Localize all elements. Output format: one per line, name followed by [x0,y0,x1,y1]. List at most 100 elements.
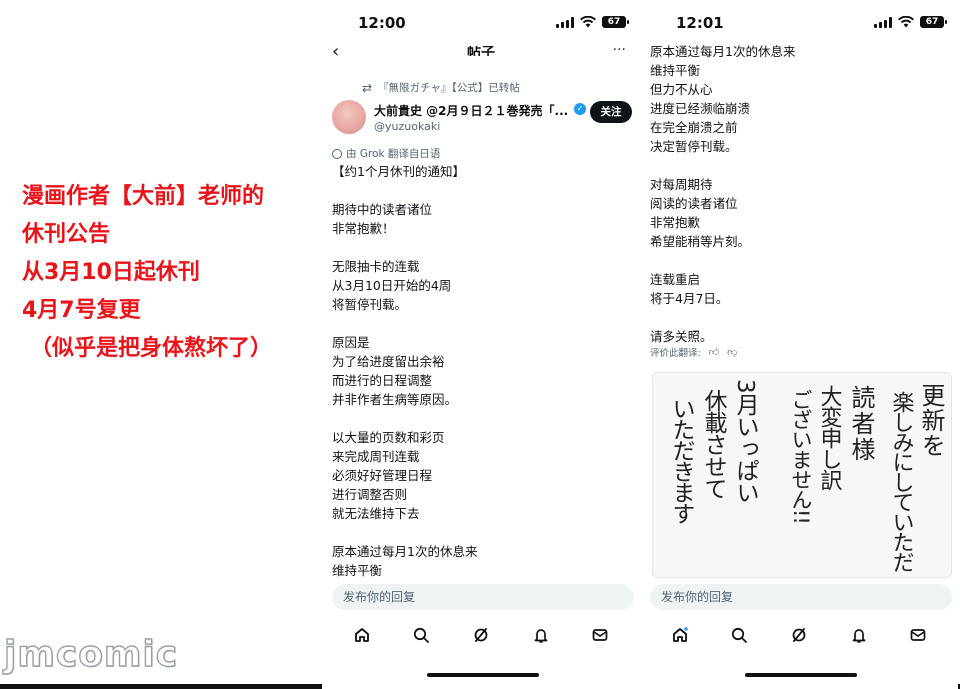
caption-block: 漫画作者【大前】老师的 休刊公告 从3月10日起休刊 4月7号复更 （似乎是把身… [22,178,322,368]
post-line: 非常抱歉 [650,215,701,230]
post-line: 将于4月7日。 [650,291,729,306]
post-line: 为了给进度留出余裕 [332,354,445,369]
cellular-signal-icon [874,16,892,28]
post-paragraph: 期待中的读者诸位 非常抱歉！ [332,200,632,238]
status-icons: 67 [556,16,629,28]
reply-input[interactable]: 发布你的回复 [650,584,952,610]
home-indicator [427,673,539,677]
thumbs-down-icon[interactable]: 👎︎ [727,346,737,358]
post-paragraph: 无限抽卡的连载 从3月10日开始的4周 将暂停刊载。 [332,257,632,314]
post-paragraph: 以大量的页数和彩页 来完成周刊连载 必须好好管理日程 进行调整否则 就无法维持下… [332,428,632,523]
post-paragraph: 原本通过每月1次的休息来 维持平衡 但力不从心 进度已经濒临崩溃 在完全崩溃之前… [650,42,950,156]
status-bar: 12:01 67 [640,0,958,44]
nav-header: ‹ 帖子 ··· [322,42,640,64]
post-line: 而进行的日程调整 [332,373,433,388]
bottom-tab-bar [640,624,958,652]
caption-line: （似乎是把身体熬坏了） [30,336,273,361]
grok-icon[interactable] [470,624,492,646]
handwritten-note-image[interactable]: 更新を 楽しみにしていただ 読者様 大変申し訳 ございません!! 3月いっぱい … [652,372,952,578]
repost-text: 『無限ガチャ』【公式】已转帖 [378,82,520,94]
author-name[interactable]: 大前貴史 @2月９日２１巻発売「... [374,102,574,119]
grok-icon[interactable] [788,624,810,646]
avatar[interactable] [332,100,366,134]
reply-input[interactable]: 发布你的回复 [332,584,634,610]
messages-icon[interactable] [589,624,611,646]
post-line: 进行调整否则 [332,487,408,502]
post-line: 原本通过每月1次的休息来 [332,544,478,559]
post-line: 决定暂停刊载。 [650,139,738,154]
post-body: 【约1个月休刊的通知】 期待中的读者诸位 非常抱歉！ 无限抽卡的连载 从3月10… [332,162,632,599]
repost-indicator: ⇄ 『無限ガチャ』【公式】已转帖 [362,80,520,95]
post-line: 连载重启 [650,272,701,287]
repost-icon: ⇄ [362,80,373,95]
post-line: 期待中的读者诸位 [332,202,433,217]
note-column: 更新を [917,383,945,458]
translation-note-text: 由 Grok 翻译自日语 [346,148,441,160]
post-paragraph: 连载重启 将于4月7日。 [650,270,950,308]
notifications-icon[interactable] [530,624,552,646]
post-paragraph: 请多关照。 [650,327,950,346]
verified-badge-icon: ✓ [574,103,586,115]
post-line: 非常抱歉！ [332,221,395,236]
post-line: 对每周期待 [650,177,713,192]
battery-icon: 67 [602,16,629,28]
caption-line: 4月7号复更 [22,298,141,323]
post-line: 进度已经濒临崩溃 [650,101,751,116]
post-line: 原本通过每月1次的休息来 [650,44,796,59]
rate-label: 评价此翻译: [650,348,701,359]
post-line: 以大量的页数和彩页 [332,430,445,445]
home-icon[interactable] [351,624,373,646]
post-line: 【约1个月休刊的通知】 [332,164,465,179]
caption-line: 从3月10日起休刊 [22,260,200,285]
translation-rating: 评价此翻译: 👍︎ 👎︎ [650,345,737,359]
post-line: 必须好好管理日程 [332,468,433,483]
post-line: 维持平衡 [332,563,383,578]
grok-icon [332,148,342,159]
more-icon[interactable]: ··· [613,42,626,52]
post-line: 原因是 [332,335,370,350]
note-column: 読者様 [847,385,875,463]
post-line: 将暂停刊载。 [332,297,408,312]
follow-button[interactable]: 关注 [590,101,632,123]
post-line: 就无法维持下去 [332,506,420,521]
translation-note: 由 Grok 翻译自日语 [332,146,440,161]
post-line: 但力不从心 [650,82,713,97]
note-column: ございません!! [789,389,813,524]
site-watermark: jmcomic [3,633,179,675]
post-paragraph: 对每周期待 阅读的读者诸位 非常抱歉 希望能稍等片刻。 [650,175,950,251]
status-icons: 67 [874,16,947,28]
cellular-signal-icon [556,16,574,28]
battery-icon: 67 [920,16,947,28]
wifi-icon [898,16,914,28]
home-indicator [745,673,857,677]
status-bar: 12:00 67 [322,0,640,44]
author-handle[interactable]: @yuzuokaki [374,120,440,133]
home-icon[interactable] [669,624,691,646]
author-row: 大前貴史 @2月９日２１巻発売「... ✓ @yuzuokaki 关注 [332,100,632,136]
status-time: 12:01 [676,14,724,32]
thumbs-up-icon[interactable]: 👍︎ [709,346,719,358]
search-icon[interactable] [410,624,432,646]
post-line: 请多关照。 [650,329,713,344]
search-icon[interactable] [728,624,750,646]
post-body: 原本通过每月1次的休息来 维持平衡 但力不从心 进度已经濒临崩溃 在完全崩溃之前… [650,42,950,365]
phone-screenshot-1: 12:00 67 ‹ 帖子 ··· ⇄ 『無限ガチャ』【公式】已转帖 大前貴史 … [322,0,640,689]
bottom-tab-bar [322,624,640,652]
post-paragraph: 原本通过每月1次的休息来 维持平衡 [332,542,632,580]
post-line: 维持平衡 [650,63,701,78]
post-line: 希望能稍等片刻。 [650,234,751,249]
post-line: 来完成周刊连载 [332,449,420,464]
note-column: いただきます [668,397,694,524]
post-line: 从3月10日开始的4周 [332,278,452,293]
notifications-icon[interactable] [848,624,870,646]
post-line: 无限抽卡的连载 [332,259,420,274]
post-line: 并非作者生病等原因。 [332,392,458,407]
post-paragraph: 【约1个月休刊的通知】 [332,162,632,181]
note-column: 楽しみにしていただ [889,391,915,572]
note-column: 休載させて [700,389,728,499]
caption-line: 漫画作者【大前】老师的 [22,184,265,209]
nav-title: 帖子 [467,46,495,56]
phone-screenshot-2: 12:01 67 原本通过每月1次的休息来 维持平衡 但力不从心 进度已经濒临崩… [640,0,958,689]
messages-icon[interactable] [907,624,929,646]
note-column: 大変申し訳 [817,385,843,491]
